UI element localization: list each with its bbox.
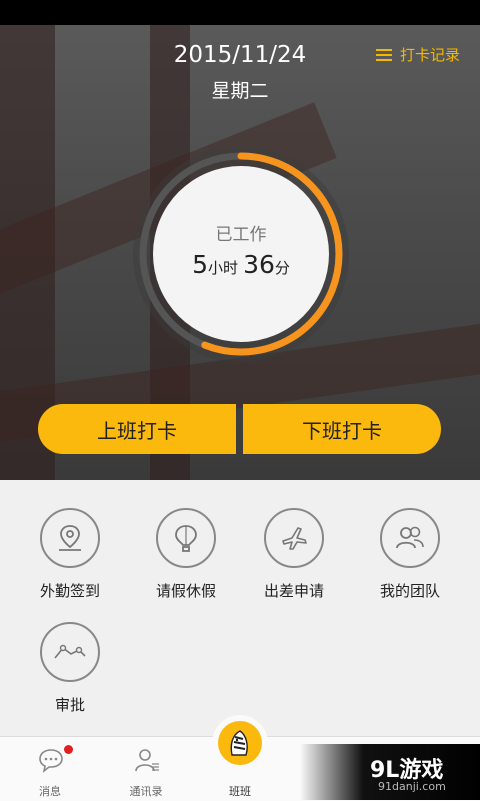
feature-label: 出差申请 (263, 582, 324, 600)
feature-approval[interactable]: 审批 (15, 622, 125, 715)
status-bar (0, 0, 480, 25)
feature-label: 审批 (54, 696, 85, 714)
feature-label: 外勤签到 (39, 582, 100, 600)
feature-grid: 外勤签到 请假休假 出差申请 我的团队 审批 (0, 480, 480, 735)
worked-value: 5小时 36分 (132, 250, 350, 279)
clock-record-button[interactable]: 打卡记录 (375, 44, 460, 65)
hot-air-balloon-icon (175, 525, 197, 552)
feature-leave[interactable]: 请假休假 (131, 508, 241, 601)
feature-label: 我的团队 (379, 582, 440, 600)
worked-minutes: 36 (243, 250, 275, 279)
team-icon (396, 526, 424, 549)
clock-in-button[interactable]: 上班打卡 (38, 404, 236, 454)
menu-list-icon (375, 48, 392, 61)
minutes-unit: 分 (274, 259, 290, 277)
feature-field-checkin[interactable]: 外勤签到 (15, 508, 125, 601)
contacts-icon (135, 749, 159, 772)
airplane-icon (282, 527, 307, 550)
feature-label: 请假休假 (155, 582, 216, 600)
work-time-readout: 已工作 5小时 36分 (132, 145, 350, 363)
tab-banban[interactable]: 班班 (192, 721, 288, 801)
approval-trend-icon (54, 644, 86, 659)
clock-record-label: 打卡记录 (399, 46, 460, 64)
watermark-url: 91danji.com (378, 780, 446, 793)
worked-hours: 5 (192, 250, 208, 279)
current-date: 2015/11/24 (173, 42, 307, 68)
tab-messages[interactable]: 消息 (2, 737, 98, 801)
zebra-face-icon (230, 730, 248, 756)
tab-contacts[interactable]: 通讯录 (98, 737, 194, 801)
feature-business-trip[interactable]: 出差申请 (239, 508, 349, 601)
current-weekday: 星期二 (211, 80, 269, 102)
hours-unit: 小时 (207, 259, 238, 277)
tab-label: 通讯录 (129, 785, 163, 798)
worked-label: 已工作 (215, 225, 267, 245)
location-pin-icon (59, 525, 81, 551)
chat-bubble-icon (39, 749, 63, 773)
tab-label: 班班 (229, 785, 251, 798)
tab-label: 消息 (39, 785, 61, 798)
zebra-avatar-icon (218, 721, 262, 765)
clock-out-button[interactable]: 下班打卡 (243, 404, 441, 454)
feature-my-team[interactable]: 我的团队 (355, 508, 465, 601)
unread-badge (64, 745, 73, 754)
